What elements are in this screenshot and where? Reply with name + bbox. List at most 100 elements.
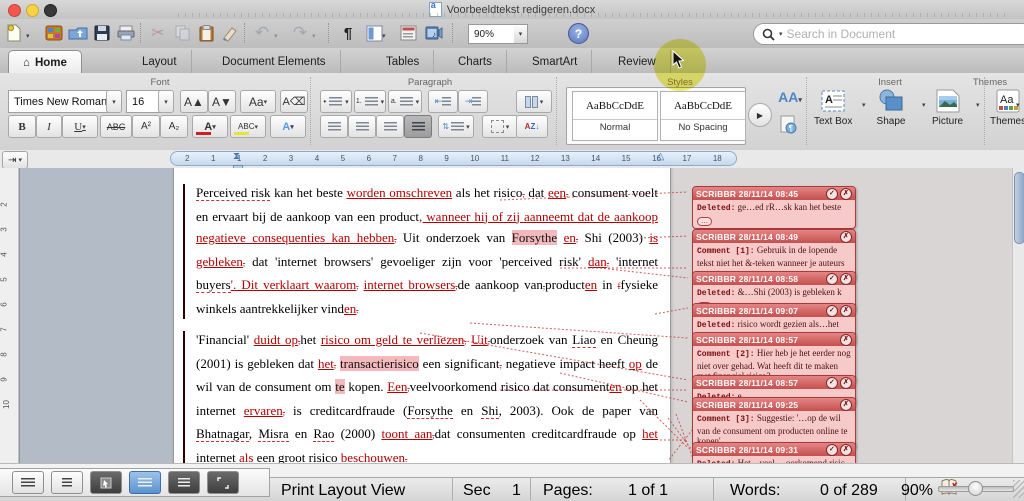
publishing-layout-button[interactable] [90, 471, 122, 494]
focus-view-button[interactable] [207, 471, 239, 494]
clear-formatting-button[interactable]: A⌫ [280, 90, 308, 113]
strikethrough-button[interactable]: ABC [100, 115, 132, 138]
accept-change-icon[interactable]: ✓ [826, 273, 838, 285]
outline-view-button[interactable] [51, 471, 83, 494]
change-case-button[interactable]: Aa▾ [240, 90, 276, 113]
tab-layout[interactable]: Layout [128, 50, 192, 73]
format-painter-icon[interactable] [218, 22, 242, 44]
open-icon[interactable] [66, 22, 90, 44]
words-label[interactable]: Words: [730, 482, 780, 500]
reject-change-icon[interactable]: ✗ [840, 273, 852, 285]
notebook-layout-button[interactable] [168, 471, 200, 494]
accept-change-icon[interactable]: ✓ [826, 377, 838, 389]
insert-text-box-button[interactable]: A Text Box [814, 88, 852, 127]
view-mode-label[interactable]: Print Layout View [281, 482, 405, 500]
shrink-font-button[interactable]: A▼ [208, 90, 236, 113]
style-no-spacing[interactable]: AaBbCcDdE No Spacing [660, 91, 746, 141]
reject-change-icon[interactable]: ✗ [840, 334, 852, 346]
reject-change-icon[interactable]: ✗ [840, 305, 852, 317]
window-resize-grip[interactable] [1013, 480, 1024, 498]
font-size-dropdown[interactable]: ▾ [158, 90, 174, 113]
multilevel-list-button[interactable]: a.▾ [388, 90, 422, 113]
styles-more-button[interactable]: ▶ [748, 103, 772, 127]
save-icon[interactable] [90, 22, 114, 44]
reject-change-icon[interactable]: ✗ [840, 444, 852, 456]
font-family-dropdown[interactable]: ▾ [106, 90, 122, 113]
copy-icon[interactable] [170, 22, 194, 44]
document-text[interactable]: Perceived risk kan het beste worden omsc… [196, 182, 658, 463]
tab-stop-selector[interactable]: ⇥▾ [2, 151, 28, 169]
line-spacing-button[interactable]: ⇅▾ [438, 115, 474, 138]
manage-styles-button[interactable]: ¶ [780, 115, 798, 135]
accept-change-icon[interactable]: ✓ [826, 305, 838, 317]
sort-button[interactable]: AZ↓ [516, 115, 548, 138]
bold-button[interactable]: B [8, 115, 36, 138]
insert-shape-button[interactable]: Shape [876, 88, 906, 127]
tab-smartart[interactable]: SmartArt [518, 50, 592, 73]
comment-bubble[interactable]: SCRiBBR 28/11/14 09:31 ✓ ✗ Deleted: Het…… [692, 442, 856, 463]
shape-dropdown[interactable]: ▾ [922, 101, 926, 109]
align-left-button[interactable] [320, 115, 348, 138]
gallery-icon[interactable] [42, 22, 66, 44]
superscript-button[interactable]: A² [132, 115, 160, 138]
borders-button[interactable]: ▾ [482, 115, 518, 138]
redo-dropdown[interactable]: ▾ [312, 32, 316, 40]
search-input[interactable]: ▾ Search in Document [753, 23, 1024, 45]
media-browser-icon[interactable]: ♪ [422, 22, 446, 44]
first-line-indent-marker[interactable]: ⧗ [232, 150, 241, 165]
paste-icon[interactable] [194, 22, 218, 44]
vertical-scrollbar-thumb[interactable] [1014, 172, 1024, 244]
text-box-dropdown[interactable]: ▾ [862, 101, 866, 109]
justify-button[interactable] [404, 115, 432, 138]
show-formatting-icon[interactable]: ¶ [336, 22, 360, 44]
fields-icon[interactable] [396, 22, 420, 44]
bullets-button[interactable]: •▾ [320, 90, 352, 113]
themes-dropdown[interactable]: ▾ [1016, 101, 1020, 109]
numbering-button[interactable]: 1.▾ [354, 90, 386, 113]
document-page[interactable]: Perceived risk kan het beste worden omsc… [173, 168, 671, 463]
reject-change-icon[interactable]: ✗ [840, 399, 852, 411]
right-indent-marker[interactable]: △ [656, 150, 665, 165]
tab-home[interactable]: ⌂ Home [8, 50, 82, 74]
reject-change-icon[interactable]: ✗ [840, 377, 852, 389]
style-normal[interactable]: AaBbCcDdE Normal [572, 91, 658, 141]
cut-icon[interactable]: ✂ [146, 22, 170, 44]
highlight-button[interactable]: ABC▾ [230, 115, 266, 138]
help-button[interactable]: ? [568, 23, 589, 44]
undo-icon[interactable]: ↶ [250, 22, 274, 44]
align-right-button[interactable] [376, 115, 404, 138]
accept-change-icon[interactable]: ✓ [826, 188, 838, 200]
reject-change-icon[interactable]: ✗ [840, 188, 852, 200]
underline-button[interactable]: U▾ [62, 115, 98, 138]
zoom-slider-thumb[interactable] [968, 481, 983, 496]
undo-dropdown[interactable]: ▾ [274, 32, 278, 40]
draft-view-button[interactable] [12, 471, 44, 494]
print-layout-button[interactable] [129, 471, 161, 494]
reject-change-icon[interactable]: ✗ [840, 231, 852, 243]
words-value[interactable]: 0 of 289 [820, 482, 878, 500]
zoom-select-dropdown[interactable]: ▾ [514, 24, 528, 44]
new-document-dropdown[interactable]: ▾ [26, 32, 30, 40]
tab-tables[interactable]: Tables [372, 50, 434, 73]
tab-charts[interactable]: Charts [444, 50, 507, 73]
font-family-select[interactable]: Times New Roman [8, 90, 113, 113]
columns-button[interactable]: ▾ [516, 90, 552, 113]
vertical-ruler[interactable]: 2345678910 [0, 168, 19, 463]
text-effects-button[interactable]: A▾ [270, 115, 306, 138]
accept-change-icon[interactable]: ✓ [826, 444, 838, 456]
view-layout-dropdown[interactable]: ▾ [382, 32, 386, 40]
horizontal-ruler[interactable]: 21123456789101112131415161718 [170, 151, 737, 166]
increase-indent-button[interactable]: ⇥ [458, 90, 488, 113]
subscript-button[interactable]: A₂ [160, 115, 188, 138]
more-text-icon[interactable]: … [697, 217, 712, 226]
tab-document-elements[interactable]: Document Elements [208, 50, 341, 73]
comment-bubble[interactable]: SCRiBBR 28/11/14 08:45 ✓ ✗ Deleted: ge…e… [692, 186, 856, 229]
align-center-button[interactable] [348, 115, 376, 138]
print-icon[interactable] [114, 22, 138, 44]
grow-font-button[interactable]: A▲ [180, 90, 208, 113]
text-styles-button[interactable]: AA▾ [776, 89, 804, 111]
picture-dropdown[interactable]: ▾ [976, 101, 980, 109]
font-color-button[interactable]: A▾ [192, 115, 228, 138]
new-document-icon[interactable] [2, 22, 26, 44]
decrease-indent-button[interactable]: ⇤ [428, 90, 458, 113]
